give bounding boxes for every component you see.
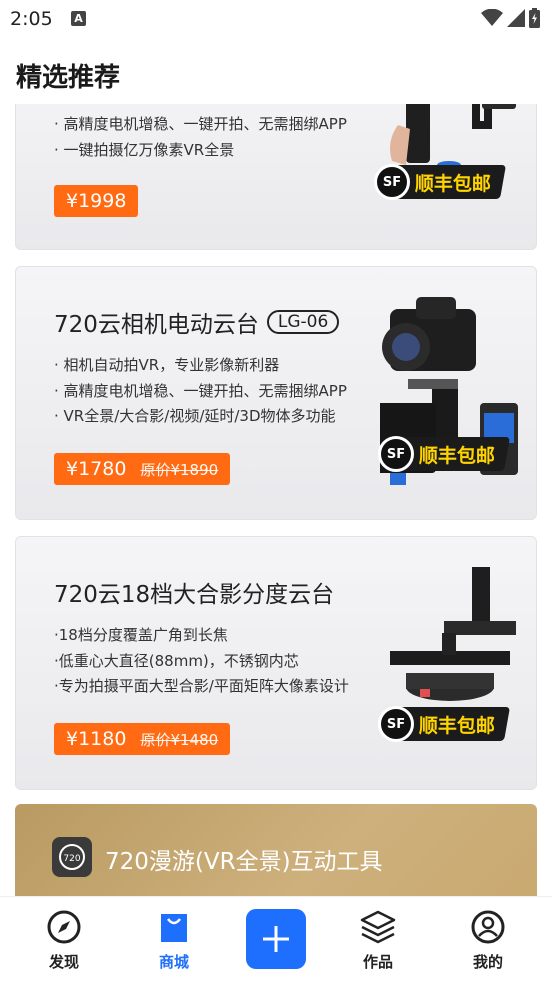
model-badge: LG-06 bbox=[266, 310, 340, 334]
promo-title: 720漫游(VR全景)互动工具 bbox=[105, 849, 383, 875]
status-indicators bbox=[481, 8, 540, 28]
wifi-icon bbox=[481, 9, 503, 26]
product-card-2[interactable]: 720云相机电动云台 LG-06 · 相机自动拍VR，专业影像新利器 · 高精度… bbox=[15, 266, 537, 520]
product-name: 720云18档大合影分度云台 bbox=[54, 582, 335, 608]
feature-item: · 高精度电机增稳、一键开拍、无需捆绑APP bbox=[54, 381, 347, 400]
sf-logo-icon: SF bbox=[378, 706, 414, 742]
price-original: 原价¥1480 bbox=[140, 730, 219, 749]
shopping-bag-icon bbox=[161, 914, 187, 942]
feature-item: · 高精度电机增稳、一键开拍、无需捆绑APP bbox=[54, 115, 347, 133]
page-title: 精选推荐 bbox=[16, 63, 121, 93]
add-button[interactable] bbox=[246, 909, 306, 969]
feature-item: · VR全景/大合影/视频/延时/3D物体多功能 bbox=[54, 407, 336, 425]
price-current: ¥1998 bbox=[66, 190, 127, 212]
feature-item: ·18档分度覆盖广角到长焦 bbox=[54, 626, 228, 644]
profile-icon bbox=[471, 910, 505, 944]
sf-shipping-badge: SF 顺丰包邮 bbox=[373, 164, 507, 200]
feature-list: · 高精度电机增稳、一键开拍、无需捆绑APP · 一键拍摄亿万像素VR全景 bbox=[54, 112, 347, 163]
nav-works[interactable]: 作品 bbox=[348, 909, 408, 972]
shipping-label: 顺丰包邮 bbox=[415, 172, 492, 195]
card-title: 720云18档大合影分度云台 bbox=[54, 575, 334, 609]
price-tag: ¥1780 原价¥1890 bbox=[54, 453, 231, 485]
layers-icon bbox=[360, 910, 396, 944]
price-tag: ¥1180 原价¥1480 bbox=[54, 723, 231, 755]
shipping-label: 顺丰包邮 bbox=[419, 444, 496, 467]
feature-item: · 相机自动拍VR，专业影像新利器 bbox=[54, 356, 280, 374]
feature-list: · 相机自动拍VR，专业影像新利器 · 高精度电机增稳、一键开拍、无需捆绑APP… bbox=[54, 353, 347, 430]
nav-discover[interactable]: 发现 bbox=[34, 909, 94, 972]
signal-icon bbox=[507, 9, 525, 27]
plus-icon bbox=[263, 926, 289, 952]
sf-logo-icon: SF bbox=[374, 164, 410, 200]
price-current: ¥1780 bbox=[66, 458, 127, 480]
product-image bbox=[390, 567, 516, 701]
sf-logo-icon: SF bbox=[378, 436, 414, 472]
battery-icon bbox=[529, 8, 540, 28]
notification-icon: A bbox=[71, 11, 86, 26]
nav-label: 我的 bbox=[472, 953, 503, 971]
app-720-icon: 720 bbox=[52, 837, 92, 877]
price-current: ¥1180 bbox=[66, 728, 127, 750]
status-time: 2:05 bbox=[10, 8, 53, 30]
product-name: 720云相机电动云台 bbox=[54, 312, 259, 338]
nav-mall[interactable]: 商城 bbox=[144, 909, 204, 972]
nav-label: 商城 bbox=[158, 953, 189, 971]
bottom-nav: 发现 商城 作品 我的 bbox=[0, 896, 552, 981]
card-title: 720云相机电动云台 LG-06 bbox=[54, 305, 340, 339]
price-original: 原价¥1890 bbox=[140, 460, 219, 479]
sf-shipping-badge: SF 顺丰包邮 bbox=[377, 436, 511, 472]
product-feed[interactable]: · 高精度电机增稳、一键开拍、无需捆绑APP · 一键拍摄亿万像素VR全景 ¥1… bbox=[0, 104, 552, 896]
product-card-3[interactable]: 720云18档大合影分度云台 ·18档分度覆盖广角到长焦 ·低重心大直径(88m… bbox=[15, 536, 537, 790]
nav-label: 发现 bbox=[48, 953, 79, 971]
compass-icon bbox=[47, 910, 81, 944]
nav-label: 作品 bbox=[362, 953, 393, 971]
feature-item: · 一键拍摄亿万像素VR全景 bbox=[54, 140, 235, 159]
promo-card[interactable]: 720 720漫游(VR全景)互动工具 bbox=[15, 804, 537, 896]
feature-list: ·18档分度覆盖广角到长焦 ·低重心大直径(88mm)，不锈钢内芯 ·专为拍摄平… bbox=[54, 623, 349, 700]
sf-shipping-badge: SF 顺丰包邮 bbox=[377, 706, 511, 742]
feature-item: ·低重心大直径(88mm)，不锈钢内芯 bbox=[54, 651, 299, 670]
shipping-label: 顺丰包邮 bbox=[419, 714, 496, 737]
product-card-1[interactable]: · 高精度电机增稳、一键开拍、无需捆绑APP · 一键拍摄亿万像素VR全景 ¥1… bbox=[15, 104, 537, 250]
price-tag: ¥1998 bbox=[54, 185, 139, 217]
nav-profile[interactable]: 我的 bbox=[458, 909, 518, 972]
feature-item: ·专为拍摄平面大型合影/平面矩阵大像素设计 bbox=[54, 677, 349, 695]
status-bar: 2:05 A bbox=[0, 0, 552, 38]
promo-icon-text: 720 bbox=[63, 854, 80, 864]
